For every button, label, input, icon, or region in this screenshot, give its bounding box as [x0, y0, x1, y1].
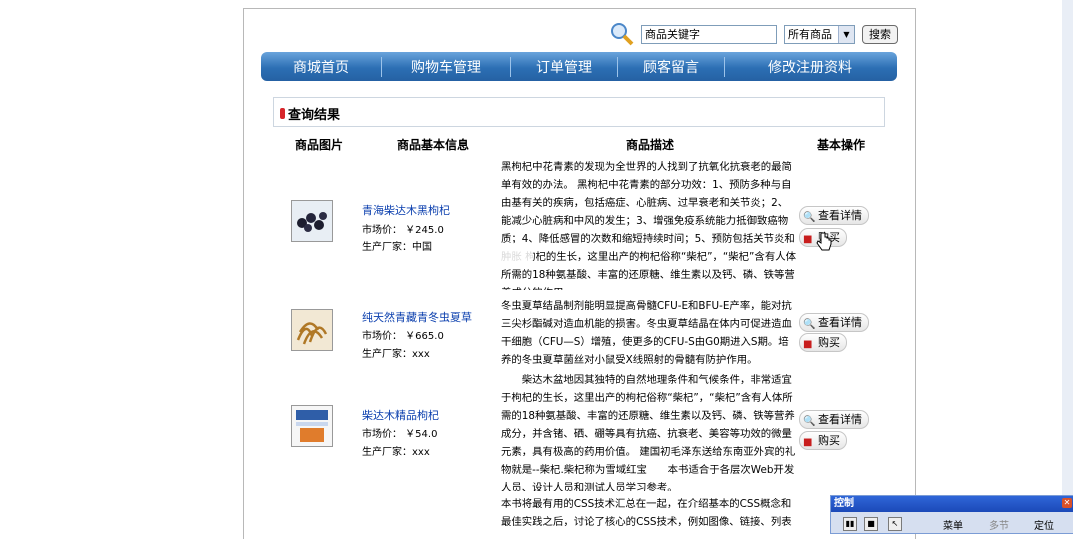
product-name-link[interactable]: 柴达木精品枸杞 — [362, 407, 439, 423]
view-detail-label: 查看详情 — [818, 413, 862, 426]
main-nav: 商城首页 购物车管理 订单管理 顾客留言 修改注册资料 — [261, 52, 897, 81]
column-header-info: 商品基本信息 — [397, 138, 470, 152]
nav-item-profile[interactable]: 修改注册资料 — [725, 57, 895, 77]
nav-item-messages[interactable]: 顾客留言 — [618, 57, 724, 77]
close-icon[interactable]: ✕ — [1062, 498, 1072, 508]
cart-icon: ■ — [803, 234, 813, 245]
column-header-description: 商品描述 — [626, 138, 675, 152]
view-detail-label: 查看详情 — [818, 316, 862, 329]
product-image[interactable] — [291, 200, 333, 242]
view-detail-label: 查看详情 — [818, 209, 862, 222]
product-maker: 生产厂家：中国 — [362, 242, 432, 253]
locate-label[interactable]: 定位 — [1034, 517, 1054, 532]
window-edge — [1062, 0, 1073, 532]
view-detail-button[interactable]: 🔍 查看详情 — [799, 206, 869, 225]
multi-label[interactable]: 多节 — [989, 517, 1009, 532]
search-icon — [611, 23, 634, 46]
view-detail-button[interactable]: 🔍 查看详情 — [799, 410, 869, 429]
section-title: 查询结果 — [288, 108, 341, 123]
buy-label: 购买 — [818, 336, 840, 349]
magnifier-icon: 🔍 — [803, 416, 816, 427]
product-price: 市场价： ￥54.0 — [362, 429, 438, 440]
pause-icon[interactable]: ▮▮ — [843, 517, 857, 531]
buy-button[interactable]: ■ 购买 — [799, 333, 847, 352]
chevron-down-icon[interactable]: ▼ — [838, 26, 854, 43]
cart-icon: ■ — [803, 339, 813, 350]
nav-item-cart[interactable]: 购物车管理 — [382, 57, 510, 77]
search-input[interactable]: 商品关键字 — [641, 25, 777, 44]
product-maker: 生产厂家：xxx — [362, 447, 430, 458]
magnifier-icon: 🔍 — [803, 319, 816, 330]
nav-item-home[interactable]: 商城首页 — [261, 57, 381, 77]
pointer-icon[interactable]: ↖ — [888, 517, 902, 531]
magnifier-icon: 🔍 — [803, 212, 816, 223]
search-button[interactable]: 搜索 — [862, 25, 898, 44]
cart-icon: ■ — [803, 437, 813, 448]
control-panel-title: 控制 — [831, 496, 1073, 512]
product-image[interactable] — [291, 405, 333, 447]
product-image[interactable] — [291, 309, 333, 351]
column-header-image: 商品图片 — [295, 138, 344, 152]
column-header-operation: 基本操作 — [817, 138, 866, 152]
section-marker-icon — [280, 108, 285, 119]
stop-icon[interactable]: ■ — [864, 517, 878, 531]
category-select-value: 所有商品 — [788, 28, 832, 41]
buy-label: 购买 — [818, 434, 840, 447]
menu-label[interactable]: 菜单 — [943, 517, 963, 532]
control-panel: 控制 ✕ ▮▮ ■ ↖ 菜单 多节 定位 — [830, 495, 1073, 534]
product-name-link[interactable]: 青海柴达木黑枸杞 — [362, 202, 450, 218]
nav-item-orders[interactable]: 订单管理 — [511, 57, 617, 77]
view-detail-button[interactable]: 🔍 查看详情 — [799, 313, 869, 332]
product-description: 本书将最有用的CSS技术汇总在一起，在介绍基本的CSS概念和最佳实践之后，讨论了… — [501, 498, 792, 528]
buy-button[interactable]: ■ 购买 — [799, 431, 847, 450]
hand-cursor-icon — [816, 232, 832, 251]
product-price: 市场价： ￥245.0 — [362, 225, 444, 236]
product-maker: 生产厂家：xxx — [362, 349, 430, 360]
category-select[interactable]: 所有商品 ▼ — [784, 25, 855, 44]
section-header: 查询结果 — [273, 97, 885, 127]
product-description: 冬虫夏草结晶制剂能明显提高骨髓CFU-E和BFU-E产率，能对抗三尖杉酯碱对造血… — [501, 300, 792, 366]
product-name-link[interactable]: 纯天然青藏青冬虫夏草 — [362, 309, 472, 325]
product-description: 黑枸杞中花青素的发现为全世界的人找到了抗氧化抗衰老的最简单有效的办法。 黑枸杞中… — [501, 161, 796, 290]
product-price: 市场价： ￥665.0 — [362, 331, 444, 342]
overlay-artifact — [453, 243, 533, 267]
product-description: 柴达木盆地因其独特的自然地理条件和气候条件，非常适宜于枸杞的生长，这里出产的枸杞… — [501, 374, 796, 491]
